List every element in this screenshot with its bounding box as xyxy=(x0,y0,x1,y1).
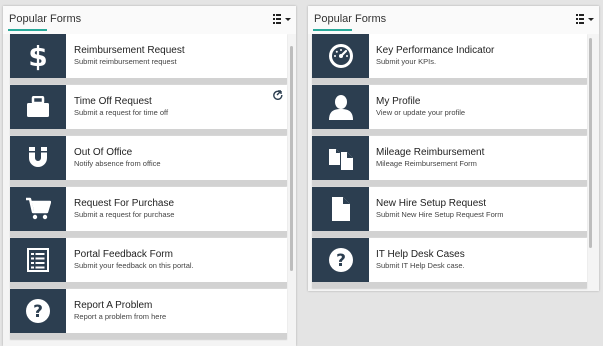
panel-title: Popular Forms xyxy=(9,13,82,25)
form-title: My Profile xyxy=(376,96,421,107)
form-item-reimbursement-request[interactable]: $ Reimbursement Request Submit reimburse… xyxy=(10,34,287,84)
user-icon xyxy=(312,85,369,129)
gauge-icon xyxy=(312,34,369,78)
form-item-out-of-office[interactable]: Out Of Office Notify absence from office xyxy=(10,136,287,186)
form-item-report-a-problem[interactable]: ? Report A Problem Report a problem from… xyxy=(10,289,287,339)
files-icon xyxy=(312,136,369,180)
scrollbar[interactable] xyxy=(589,38,592,248)
title-underline xyxy=(8,29,47,31)
form-subtitle: Submit reimbursement request xyxy=(74,57,177,66)
form-subtitle: View or update your profile xyxy=(376,108,466,117)
list-view-icon xyxy=(273,14,281,24)
question-icon: ? xyxy=(10,289,66,333)
popular-forms-panel-right: Popular Forms Key Performance Indicator … xyxy=(308,6,599,291)
panel-menu-button[interactable] xyxy=(273,13,291,25)
form-title: IT Help Desk Cases xyxy=(376,249,465,260)
briefcase-icon xyxy=(10,85,66,129)
form-item-mileage-reimbursement[interactable]: Mileage Reimbursement Mileage Reimbursem… xyxy=(312,136,587,186)
chevron-down-icon xyxy=(588,18,594,21)
document-icon xyxy=(312,187,369,231)
magnet-icon xyxy=(10,136,66,180)
cart-icon xyxy=(10,187,66,231)
svg-text:?: ? xyxy=(33,302,43,322)
popular-forms-panel-left: Popular Forms $ Reimbursement Request Su… xyxy=(3,6,296,346)
scrollbar[interactable] xyxy=(290,46,293,271)
form-subtitle: Submit your feedback on this portal. xyxy=(74,261,194,270)
svg-text:$: $ xyxy=(28,41,47,71)
form-title: Out Of Office xyxy=(74,147,133,158)
question-icon: ? xyxy=(312,238,369,282)
form-subtitle: Report a problem from here xyxy=(74,312,167,321)
form-title: Report A Problem xyxy=(74,300,153,311)
list-view-icon xyxy=(576,14,584,24)
form-title: Time Off Request xyxy=(74,96,152,107)
form-title: Request For Purchase xyxy=(74,198,175,209)
form-title: Portal Feedback Form xyxy=(74,249,173,260)
title-underline xyxy=(313,29,352,31)
form-subtitle: Submit IT Help Desk case. xyxy=(376,261,465,270)
panel-header: Popular Forms xyxy=(308,6,599,34)
form-subtitle: Submit a request for time off xyxy=(74,108,169,117)
form-item-key-performance-indicator[interactable]: Key Performance Indicator Submit your KP… xyxy=(312,34,587,84)
form-subtitle: Submit New Hire Setup Request Form xyxy=(376,210,504,219)
svg-text:?: ? xyxy=(336,251,346,271)
form-subtitle: Notify absence from office xyxy=(74,159,161,168)
form-title: Mileage Reimbursement xyxy=(376,147,485,158)
form-title: Reimbursement Request xyxy=(74,45,185,56)
form-title: Key Performance Indicator xyxy=(376,45,495,56)
form-subtitle: Mileage Reimbursement Form xyxy=(376,159,477,168)
form-item-new-hire-setup-request[interactable]: New Hire Setup Request Submit New Hire S… xyxy=(312,187,587,237)
list-icon xyxy=(10,238,66,282)
form-subtitle: Submit a request for purchase xyxy=(74,210,175,219)
form-subtitle: Submit your KPIs. xyxy=(376,57,437,66)
panel-header: Popular Forms xyxy=(3,6,296,34)
share-icon[interactable] xyxy=(273,90,283,100)
form-item-request-for-purchase[interactable]: Request For Purchase Submit a request fo… xyxy=(10,187,287,237)
form-item-my-profile[interactable]: My Profile View or update your profile xyxy=(312,85,587,135)
dollar-icon: $ xyxy=(10,34,66,78)
forms-list: $ Reimbursement Request Submit reimburse… xyxy=(10,34,287,340)
panel-title: Popular Forms xyxy=(314,13,387,25)
panel-menu-button[interactable] xyxy=(576,13,594,25)
form-item-portal-feedback-form[interactable]: Portal Feedback Form Submit your feedbac… xyxy=(10,238,287,288)
form-item-time-off-request[interactable]: Time Off Request Submit a request for ti… xyxy=(10,85,287,135)
chevron-down-icon xyxy=(285,18,291,21)
form-item-it-help-desk-cases[interactable]: ? IT Help Desk Cases Submit IT Help Desk… xyxy=(312,238,587,288)
form-title: New Hire Setup Request xyxy=(376,198,487,209)
forms-list: Key Performance Indicator Submit your KP… xyxy=(312,34,587,289)
